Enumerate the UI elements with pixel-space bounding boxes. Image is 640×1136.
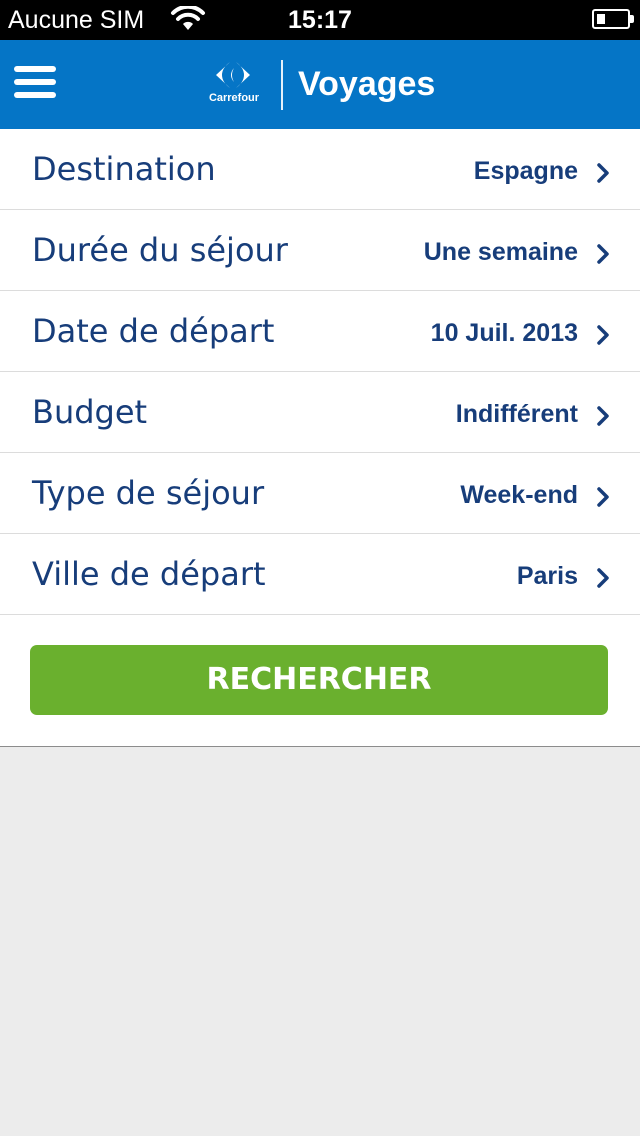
row-label: Budget [32,393,148,431]
row-value: Une semaine [423,238,578,266]
hamburger-menu-icon[interactable] [14,66,58,100]
row-date-depart[interactable]: Date de départ 10 Juil. 2013 [0,291,640,372]
chevron-right-icon [597,406,609,426]
nav-bar: Carrefour Voyages [0,40,640,129]
logo-text: Carrefour [208,92,260,104]
battery-icon [592,9,634,29]
row-duree-sejour[interactable]: Durée du séjour Une semaine [0,210,640,291]
row-label: Ville de départ [32,555,266,593]
chevron-right-icon [597,244,609,264]
status-bar: Aucune SIM 15:17 [0,0,640,40]
chevron-right-icon [597,568,609,588]
row-value: Week-end [460,481,578,509]
row-label: Durée du séjour [32,231,288,269]
search-button[interactable]: RECHERCHER [30,645,608,715]
row-type-sejour[interactable]: Type de séjour Week-end [0,453,640,534]
clock: 15:17 [288,6,352,34]
row-ville-depart[interactable]: Ville de départ Paris [0,534,640,615]
chevron-right-icon [597,163,609,183]
row-label: Date de départ [32,312,275,350]
row-budget[interactable]: Budget Indifférent [0,372,640,453]
carrefour-logo: Carrefour [200,60,268,110]
chevron-right-icon [597,487,609,507]
row-label: Destination [32,150,216,188]
carrefour-logo-icon [216,62,250,88]
row-value: Indifférent [455,400,578,428]
page-title: Voyages [298,65,436,103]
nav-divider [281,60,283,110]
row-value: Espagne [473,157,578,185]
row-value: Paris [516,562,578,590]
search-form: Destination Espagne Durée du séjour Une … [0,129,640,747]
row-destination[interactable]: Destination Espagne [0,129,640,210]
row-label: Type de séjour [32,474,265,512]
row-value: 10 Juil. 2013 [430,319,578,347]
chevron-right-icon [597,325,609,345]
